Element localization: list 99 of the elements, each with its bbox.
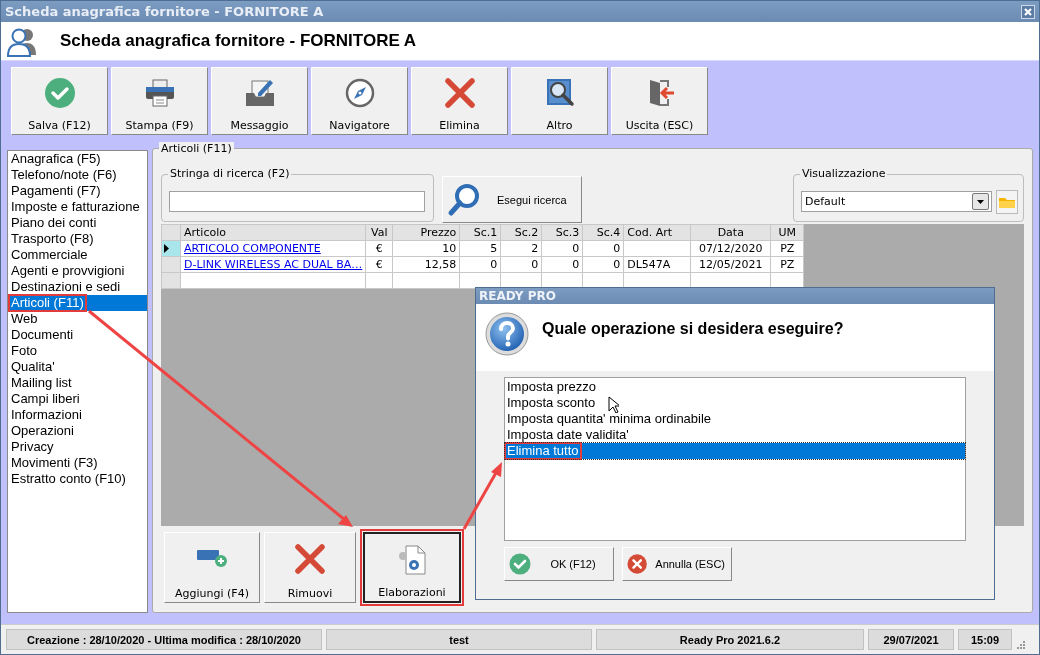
sidebar-item[interactable]: Movimenti (F3) xyxy=(8,455,147,471)
cross-icon xyxy=(443,77,476,109)
document-gears-icon xyxy=(396,544,428,576)
sidebar-item[interactable]: Articoli (F11) xyxy=(8,295,147,311)
question-icon xyxy=(484,311,530,357)
view-dropdown[interactable]: Default xyxy=(801,191,992,212)
sidebar-item[interactable]: Trasporto (F8) xyxy=(8,231,147,247)
column-header[interactable]: UM xyxy=(770,224,804,241)
row-pointer-icon xyxy=(164,244,169,253)
table-cell: 0 xyxy=(613,242,621,255)
form-title: Scheda anagrafica fornitore - FORNITORE A xyxy=(60,31,417,51)
column-header[interactable]: Sc.3 xyxy=(541,224,583,241)
table-cell: PZ xyxy=(780,242,795,255)
folder-icon xyxy=(999,196,1015,208)
column-header[interactable]: Sc.2 xyxy=(500,224,542,241)
sidebar-item[interactable]: Anagrafica (F5) xyxy=(8,151,147,167)
checkmark-circle-icon xyxy=(509,553,531,575)
column-header[interactable]: Prezzo xyxy=(392,224,460,241)
table-cell: 5 xyxy=(490,242,498,255)
ok-button[interactable]: OK (F12) xyxy=(504,547,614,581)
sidebar-item[interactable]: Informazioni xyxy=(8,407,147,423)
toolbar-button[interactable]: Salva (F12) xyxy=(11,67,108,135)
user-name: test xyxy=(326,629,592,650)
sidebar-item[interactable]: Piano dei conti xyxy=(8,215,147,231)
sidebar-item[interactable]: Commerciale xyxy=(8,247,147,263)
dialog-question: Quale operazione si desidera eseguire? xyxy=(542,320,844,338)
toolbar-button[interactable]: Navigatore xyxy=(311,67,408,135)
cancel-circle-icon xyxy=(627,553,648,575)
sidebar-item[interactable]: Documenti xyxy=(8,327,147,343)
toolbar-button[interactable]: Altro xyxy=(511,67,608,135)
option-item[interactable]: Elimina tutto xyxy=(505,443,965,459)
current-time: 15:09 xyxy=(958,629,1012,650)
column-header[interactable]: Cod. Art xyxy=(623,224,691,241)
current-date: 29/07/2021 xyxy=(868,629,954,650)
table-cell: 10 xyxy=(442,242,457,255)
sidebar-item[interactable]: Destinazioni e sedi xyxy=(8,279,147,295)
option-item[interactable]: Imposta prezzo xyxy=(505,379,965,395)
toolbar-button[interactable]: Uscita (ESC) xyxy=(611,67,708,135)
option-item[interactable]: Imposta sconto xyxy=(505,395,965,411)
option-item[interactable]: Imposta date validita' xyxy=(505,427,965,443)
table-cell: PZ xyxy=(780,258,795,271)
sidebar-item[interactable]: Agenti e provvigioni xyxy=(8,263,147,279)
table-cell: 07/12/2020 xyxy=(699,242,763,255)
panel-title: Articoli (F11) xyxy=(159,142,234,155)
annotation-arrow xyxy=(462,462,502,530)
table-cell: 0 xyxy=(490,258,498,271)
table-cell: € xyxy=(375,242,383,255)
sidebar-item[interactable]: Operazioni xyxy=(8,423,147,439)
table-cell: 0 xyxy=(572,258,580,271)
dialog-title: READY PRO xyxy=(479,289,556,303)
table-cell: 2 xyxy=(531,242,539,255)
folder-button[interactable] xyxy=(996,190,1018,214)
compass-icon xyxy=(343,77,376,109)
toolbar-button[interactable]: Elimina xyxy=(411,67,508,135)
process-button[interactable]: Elaborazioni xyxy=(363,532,461,603)
option-item[interactable]: Imposta quantita' minima ordinabile xyxy=(505,411,965,427)
search-button[interactable]: Esegui ricerca xyxy=(442,176,582,223)
table-cell: 12/05/2021 xyxy=(699,258,763,271)
sidebar-item[interactable]: Qualita' xyxy=(8,359,147,375)
remove-button[interactable]: Rimuovi xyxy=(264,532,356,603)
column-header[interactable]: Articolo xyxy=(180,224,366,241)
checkmark-circle-icon xyxy=(43,77,76,109)
column-header[interactable]: Val xyxy=(365,224,393,241)
window-title: Scheda anagrafica fornitore - FORNITORE A xyxy=(5,4,324,19)
sidebar-item[interactable]: Privacy xyxy=(8,439,147,455)
sidebar-item[interactable]: Pagamenti (F7) xyxy=(8,183,147,199)
column-header[interactable]: Sc.1 xyxy=(459,224,501,241)
table-cell: DL547A xyxy=(627,258,671,271)
sidebar-item[interactable]: Telefono/note (F6) xyxy=(8,167,147,183)
table-cell: 0 xyxy=(531,258,539,271)
toolbar-button[interactable]: Messaggio xyxy=(211,67,308,135)
search-label: Stringa di ricerca (F2) xyxy=(168,167,292,180)
cross-icon xyxy=(294,543,326,575)
sidebar-item[interactable]: Campi liberi xyxy=(8,391,147,407)
table-cell: 0 xyxy=(572,242,580,255)
table-cell: 12,58 xyxy=(424,258,457,271)
toolbar-button[interactable]: Stampa (F9) xyxy=(111,67,208,135)
inbox-pen-icon xyxy=(243,77,276,109)
search-icon xyxy=(447,182,481,217)
sidebar-item[interactable]: Mailing list xyxy=(8,375,147,391)
record-dates: Creazione : 28/10/2020 - Ultima modifica : 28/10/2020 xyxy=(6,629,322,650)
app-version: Ready Pro 2021.6.2 xyxy=(596,629,864,650)
close-icon[interactable] xyxy=(1021,4,1035,19)
printer-icon xyxy=(143,77,176,109)
add-button[interactable]: Aggiungi (F4) xyxy=(164,532,260,603)
search-field[interactable] xyxy=(169,191,425,212)
sidebar-item[interactable]: Imposte e fatturazione xyxy=(8,199,147,215)
sidebar-item[interactable]: Foto xyxy=(8,343,147,359)
mouse-pointer-icon xyxy=(608,396,619,413)
table-cell: 0 xyxy=(613,258,621,271)
caret-icon xyxy=(977,199,984,204)
sidebar-item[interactable]: Estratto conto (F10) xyxy=(8,471,147,487)
column-header[interactable]: Data xyxy=(690,224,771,241)
cancel-button[interactable]: Annulla (ESC) xyxy=(622,547,732,581)
sidebar-item[interactable]: Web xyxy=(8,311,147,327)
view-label: Visualizzazione xyxy=(800,167,888,180)
table-cell: € xyxy=(375,258,383,271)
column-header[interactable]: Sc.4 xyxy=(582,224,624,241)
resize-grip-icon xyxy=(1016,640,1026,650)
